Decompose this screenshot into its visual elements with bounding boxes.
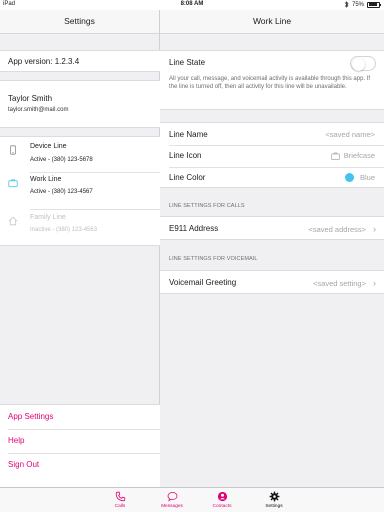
settings-sidebar: Settings App version: 1.2.3.4 Taylor Smi… <box>0 10 160 487</box>
line-name: Work Line <box>30 176 62 183</box>
chat-bubble-icon <box>167 492 177 502</box>
line-name: Family Line <box>30 214 66 221</box>
tab-label: Settings <box>265 504 283 509</box>
bluetooth-icon <box>344 1 349 8</box>
user-profile[interactable]: Taylor Smith taylor.smith@mail.com <box>0 80 160 128</box>
line-status: Inactive - (380) 123-4563 <box>30 227 98 233</box>
line-icon-row[interactable]: Line Icon Briefcase <box>160 145 384 167</box>
line-name-label: Line Name <box>169 130 208 139</box>
sign-out-link[interactable]: Sign Out <box>8 460 39 469</box>
battery-icon <box>367 1 382 8</box>
e911-value-group: <saved address> › <box>308 224 376 234</box>
line-icon-value: Briefcase <box>343 151 375 160</box>
detail-title: Work Line <box>160 10 384 34</box>
line-icon-value-group: Briefcase <box>330 151 375 160</box>
e911-label: E911 Address <box>169 224 219 233</box>
line-state-group: Line State All your call, message, and v… <box>160 50 384 110</box>
chevron-right-icon: › <box>373 224 376 234</box>
voicemail-group: Voicemail Greeting <saved setting> › <box>160 270 384 294</box>
line-detail-pane: Work Line Line State All your call, mess… <box>160 10 384 487</box>
chevron-right-icon: › <box>373 278 376 288</box>
tab-label: Messages <box>161 504 183 509</box>
calls-section-header: LINE SETTINGS FOR CALLS <box>169 203 245 209</box>
voicemail-greeting-value-group: <saved setting> › <box>313 278 376 288</box>
line-list: Device Line Active - (380) 123-5678 Work… <box>0 136 160 246</box>
line-name: Device Line <box>30 143 67 150</box>
status-bar: iPad 8:08 AM 75% <box>0 0 384 10</box>
tab-bar: Calls Messages Contacts Settings <box>0 487 384 512</box>
tab-settings[interactable]: Settings <box>254 489 294 512</box>
voicemail-greeting-label: Voicemail Greeting <box>169 278 237 287</box>
divider <box>8 429 160 430</box>
divider <box>8 453 160 454</box>
tab-label: Contacts <box>212 504 232 509</box>
family-line-icon <box>8 216 18 226</box>
line-icon-label: Line Icon <box>169 151 202 160</box>
work-line-icon <box>8 179 18 188</box>
line-name-row[interactable]: Line Name <saved name> <box>160 124 384 146</box>
line-status: Active - (380) 123-5678 <box>30 157 93 163</box>
line-state-row: Line State <box>160 51 384 73</box>
device-line-icon <box>10 145 16 155</box>
line-state-description: All your call, message, and voicemail ac… <box>169 76 371 90</box>
app-settings-link[interactable]: App Settings <box>8 412 53 421</box>
gear-icon <box>269 491 279 502</box>
sidebar-title: Settings <box>0 10 159 34</box>
line-details-group: Line Name <saved name> Line Icon Briefca… <box>160 122 384 188</box>
voicemail-greeting-value: <saved setting> <box>313 278 366 288</box>
detail-body: Line State All your call, message, and v… <box>160 34 384 487</box>
contact-icon <box>217 491 227 502</box>
toggle-knob <box>351 57 365 71</box>
tab-label: Calls <box>114 504 126 509</box>
e911-row[interactable]: E911 Address <saved address> › <box>160 218 384 240</box>
app-version: App version: 1.2.3.4 <box>0 50 160 72</box>
line-state-toggle[interactable] <box>350 56 376 71</box>
divider <box>30 172 160 173</box>
line-status: Active - (380) 123-4567 <box>30 189 93 195</box>
status-indicators: 75% <box>344 1 382 8</box>
line-item-work[interactable]: Work Line Active - (380) 123-4567 <box>0 174 160 208</box>
tab-contacts[interactable]: Contacts <box>202 489 242 512</box>
tab-messages[interactable]: Messages <box>152 489 192 512</box>
line-item-device[interactable]: Device Line Active - (380) 123-5678 <box>0 137 160 171</box>
battery-percent: 75% <box>351 1 364 8</box>
sidebar-links: App Settings Help Sign Out <box>0 404 160 487</box>
user-email: taylor.smith@mail.com <box>8 107 69 113</box>
briefcase-icon <box>330 152 340 160</box>
line-color-row[interactable]: Line Color Blue <box>160 167 384 189</box>
line-color-label: Line Color <box>169 173 206 182</box>
line-color-value-group: Blue <box>344 173 375 182</box>
tab-calls[interactable]: Calls <box>100 489 140 512</box>
e911-value: <saved address> <box>308 224 366 234</box>
voicemail-section-header: LINE SETTINGS FOR VOICEMAIL <box>169 256 258 262</box>
line-state-label: Line State <box>169 58 206 67</box>
line-name-value[interactable]: <saved name> <box>325 130 375 139</box>
calls-group: E911 Address <saved address> › <box>160 216 384 240</box>
line-color-value: Blue <box>359 173 375 182</box>
phone-icon <box>115 491 125 502</box>
color-swatch <box>344 173 354 182</box>
clock: 8:08 AM <box>180 1 204 7</box>
line-item-family[interactable]: Family Line Inactive - (380) 123-4563 <box>0 210 160 244</box>
voicemail-greeting-row[interactable]: Voicemail Greeting <saved setting> › <box>160 272 384 294</box>
user-name: Taylor Smith <box>8 94 53 103</box>
help-link[interactable]: Help <box>8 436 24 445</box>
